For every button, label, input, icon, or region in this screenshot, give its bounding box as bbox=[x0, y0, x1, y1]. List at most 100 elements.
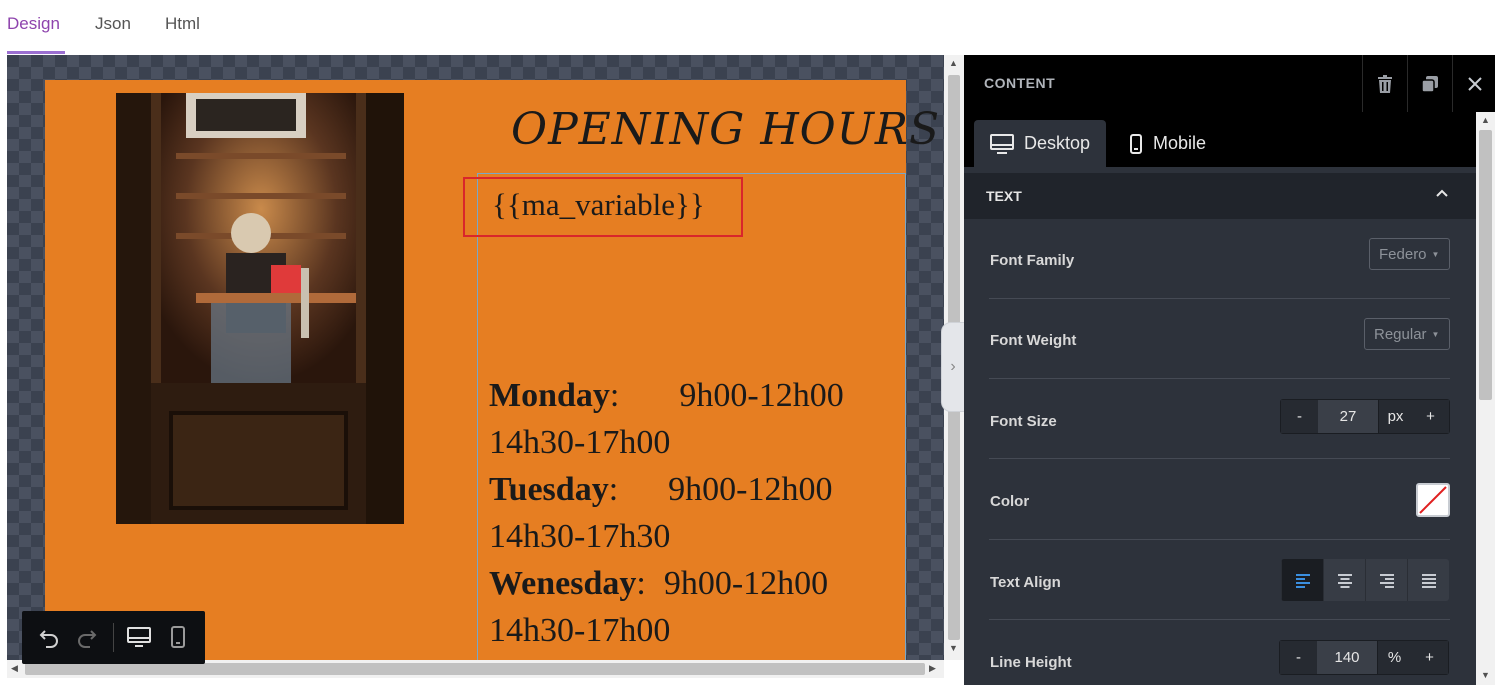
door-photo-image bbox=[116, 93, 404, 524]
canvas-toolbar bbox=[22, 611, 205, 664]
tab-html[interactable]: Html bbox=[165, 14, 200, 34]
align-right-icon bbox=[1379, 574, 1394, 588]
scroll-up-arrow-icon[interactable]: ▲ bbox=[1481, 115, 1490, 125]
chevron-up-icon bbox=[1436, 189, 1448, 197]
font-weight-value: Regular bbox=[1374, 325, 1427, 343]
close-button[interactable] bbox=[1452, 55, 1495, 112]
font-family-row: Font Family Federo ▼ bbox=[989, 219, 1450, 299]
undo-icon bbox=[39, 630, 58, 648]
tab-json[interactable]: Json bbox=[95, 14, 131, 34]
line-height-stepper: - 140 % + bbox=[1279, 640, 1449, 675]
day-label: Tuesday bbox=[489, 471, 609, 508]
scroll-down-arrow-icon[interactable]: ▼ bbox=[949, 643, 958, 653]
day-separator: : bbox=[609, 377, 620, 414]
redo-button[interactable] bbox=[74, 624, 100, 650]
line-height-row: Line Height - 140 % + bbox=[989, 620, 1450, 685]
chevron-right-icon: › bbox=[950, 358, 956, 375]
scrollbar-thumb[interactable] bbox=[25, 663, 925, 675]
align-justify-button[interactable] bbox=[1407, 559, 1449, 601]
font-size-stepper: - 27 px + bbox=[1280, 399, 1450, 434]
morning-hours: 9h00-12h00 bbox=[668, 471, 833, 508]
decrease-button[interactable]: - bbox=[1280, 641, 1317, 674]
day-separator: : bbox=[636, 565, 646, 602]
day-separator: : bbox=[608, 471, 619, 508]
font-family-select[interactable]: Federo ▼ bbox=[1369, 238, 1450, 270]
undo-button[interactable] bbox=[36, 624, 62, 650]
active-tab-indicator bbox=[7, 51, 65, 54]
properties-panel: CONTENT Desktop Mobile TEXT Font Family … bbox=[964, 55, 1495, 685]
afternoon-hours: 14h30-17h30 bbox=[489, 518, 671, 555]
email-row[interactable]: OPENING HOURS {{ma_variable}} Monday: 9h0… bbox=[45, 80, 939, 660]
font-size-row: Font Size - 27 px + bbox=[989, 379, 1450, 459]
morning-hours: 9h00-12h00 bbox=[663, 565, 829, 602]
tab-mobile-label: Mobile bbox=[1153, 133, 1207, 153]
section-title: TEXT bbox=[986, 188, 1022, 204]
font-family-value: Federo bbox=[1379, 245, 1427, 263]
tab-desktop-label: Desktop bbox=[1024, 133, 1091, 153]
delete-button[interactable] bbox=[1362, 55, 1407, 112]
increase-button[interactable]: + bbox=[1412, 400, 1449, 433]
editor-mode-tabs: Design Json Html bbox=[0, 0, 1506, 55]
color-row: Color bbox=[989, 460, 1450, 540]
desktop-icon bbox=[990, 133, 1014, 154]
unit-label: % bbox=[1377, 641, 1411, 674]
toolbar-divider bbox=[113, 623, 114, 652]
afternoon-hours: 14h30-17h00 bbox=[489, 424, 671, 461]
line-height-label: Line Height bbox=[990, 654, 1072, 671]
mobile-view-button[interactable] bbox=[165, 624, 191, 650]
align-right-button[interactable] bbox=[1365, 559, 1407, 601]
align-center-icon bbox=[1337, 574, 1352, 588]
door-photo[interactable] bbox=[116, 93, 404, 524]
font-size-label: Font Size bbox=[990, 413, 1057, 430]
opening-hours-title[interactable]: OPENING HOURS bbox=[511, 104, 940, 155]
text-section-header[interactable]: TEXT bbox=[964, 173, 1476, 219]
close-icon bbox=[1468, 76, 1482, 91]
increase-button[interactable]: + bbox=[1411, 641, 1448, 674]
text-align-group bbox=[1281, 559, 1449, 601]
desktop-view-button[interactable] bbox=[126, 624, 152, 650]
font-weight-row: Font Weight Regular ▼ bbox=[989, 299, 1450, 379]
mobile-icon bbox=[1130, 133, 1142, 154]
tab-design[interactable]: Design bbox=[7, 14, 60, 34]
trash-icon bbox=[1378, 74, 1392, 93]
redo-icon bbox=[78, 630, 97, 648]
font-size-input[interactable]: 27 bbox=[1318, 400, 1378, 433]
afternoon-hours: 14h30-17h00 bbox=[489, 612, 671, 649]
duplicate-button[interactable] bbox=[1407, 55, 1452, 112]
panel-scrollbar[interactable]: ▲ ▼ bbox=[1476, 112, 1495, 685]
duplicate-icon bbox=[1421, 75, 1438, 93]
morning-hours: 9h00-12h00 bbox=[679, 377, 844, 414]
scroll-right-arrow-icon[interactable]: ▶ bbox=[929, 663, 936, 674]
scroll-down-arrow-icon[interactable]: ▼ bbox=[1481, 670, 1490, 680]
tab-desktop[interactable]: Desktop bbox=[974, 120, 1107, 167]
text-align-row: Text Align bbox=[989, 540, 1450, 620]
desktop-icon bbox=[127, 627, 151, 647]
color-label: Color bbox=[990, 493, 1030, 510]
day-label: Wenesday bbox=[489, 565, 637, 602]
device-tabs: Desktop Mobile bbox=[964, 112, 1476, 167]
hours-row-monday: Monday: 9h00-12h00 bbox=[489, 372, 844, 419]
text-align-label: Text Align bbox=[990, 574, 1061, 591]
font-weight-label: Font Weight bbox=[990, 332, 1077, 349]
scroll-up-arrow-icon[interactable]: ▲ bbox=[949, 58, 958, 68]
align-justify-icon bbox=[1421, 574, 1436, 588]
align-left-button[interactable] bbox=[1281, 559, 1323, 601]
caret-down-icon: ▼ bbox=[1431, 329, 1440, 339]
color-picker[interactable] bbox=[1416, 483, 1450, 517]
scroll-left-arrow-icon[interactable]: ◀ bbox=[11, 663, 18, 674]
caret-down-icon: ▼ bbox=[1431, 249, 1440, 259]
tab-mobile[interactable]: Mobile bbox=[1113, 120, 1222, 167]
line-height-input[interactable]: 140 bbox=[1317, 641, 1377, 674]
panel-title: CONTENT bbox=[984, 75, 1056, 91]
design-canvas[interactable]: OPENING HOURS {{ma_variable}} Monday: 9h0… bbox=[7, 55, 944, 660]
font-weight-select[interactable]: Regular ▼ bbox=[1364, 318, 1450, 350]
align-center-button[interactable] bbox=[1323, 559, 1365, 601]
scrollbar-thumb[interactable] bbox=[1479, 130, 1492, 400]
align-left-icon bbox=[1295, 574, 1310, 588]
day-label: Monday bbox=[489, 377, 610, 414]
merge-variable[interactable]: {{ma_variable}} bbox=[492, 187, 705, 223]
panel-collapse-handle[interactable]: › bbox=[941, 322, 965, 412]
decrease-button[interactable]: - bbox=[1281, 400, 1318, 433]
hours-list[interactable]: Monday: 9h00-12h00 14h30-17h00 Tuesday: 9h… bbox=[489, 372, 844, 654]
panel-header: CONTENT bbox=[964, 55, 1495, 112]
